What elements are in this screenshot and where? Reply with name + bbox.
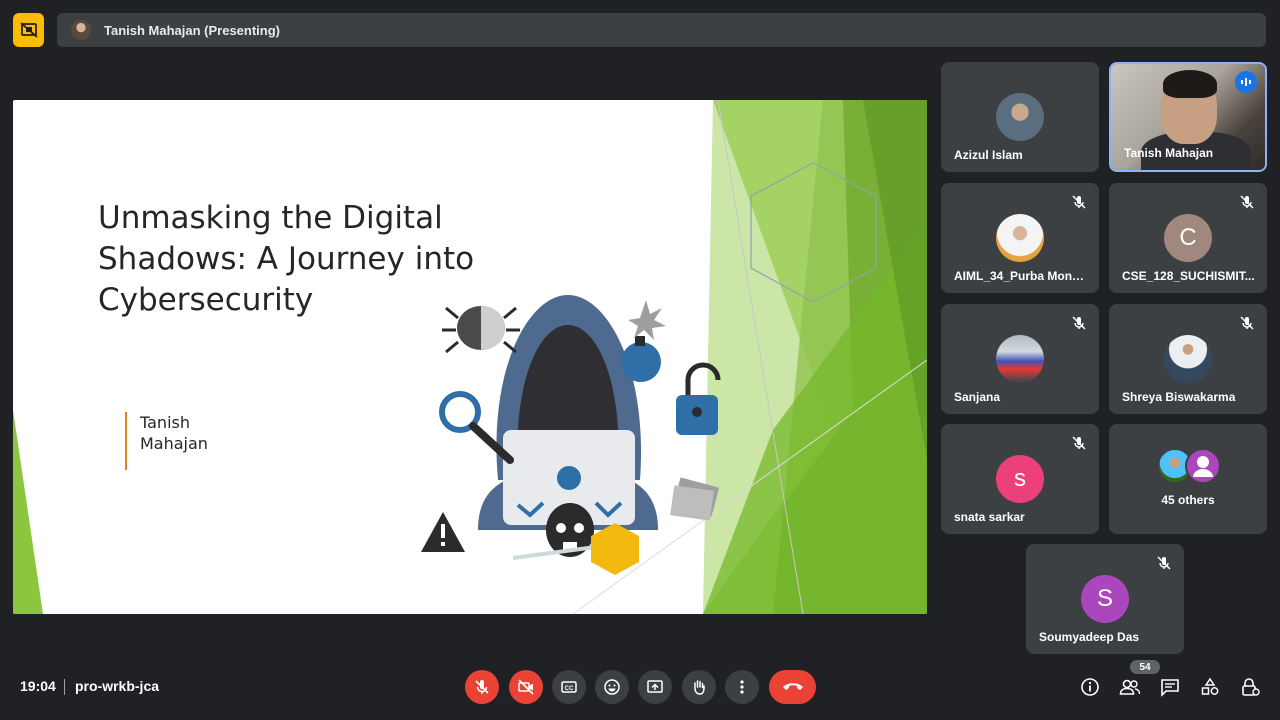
raise-hand-icon	[694, 680, 705, 695]
author-last-name: Mahajan	[140, 434, 208, 453]
participant-name: Sanjana	[954, 390, 1001, 404]
participant-name: Tanish Mahajan	[1124, 146, 1214, 160]
people-button[interactable]	[1117, 674, 1143, 700]
others-tile[interactable]: 45 others	[1109, 424, 1267, 534]
leave-call-icon	[782, 683, 803, 690]
participant-avatar-letter: C	[1164, 214, 1212, 262]
more-options-icon	[740, 680, 744, 694]
camera-toggle-button[interactable]	[509, 670, 543, 704]
captions-icon: CC	[561, 681, 577, 693]
mic-off-icon	[1072, 195, 1086, 209]
participant-name: AIML_34_Purba Mondal	[954, 269, 1089, 283]
mic-toggle-button[interactable]	[465, 670, 499, 704]
participant-tile[interactable]: Sanjana	[941, 304, 1099, 414]
stop-presenting-icon	[19, 22, 38, 38]
slide-author: Tanish Mahajan	[125, 412, 220, 470]
presenter-label: Tanish Mahajan (Presenting)	[104, 22, 281, 38]
host-controls-button[interactable]	[1237, 674, 1263, 700]
participant-avatar	[996, 93, 1044, 141]
mic-off-icon	[1072, 436, 1086, 450]
info-icon	[1081, 678, 1099, 696]
participant-tile[interactable]: Azizul Islam	[941, 62, 1099, 172]
mic-off-icon	[475, 680, 489, 694]
speaking-indicator-icon	[1235, 71, 1257, 93]
host-controls-icon	[1242, 678, 1260, 696]
activities-icon	[1201, 677, 1219, 695]
participant-tile[interactable]: C CSE_128_SUCHISMIT...	[1109, 183, 1267, 293]
meeting-details-button[interactable]	[1077, 674, 1103, 700]
present-now-button[interactable]	[638, 670, 672, 704]
participant-tile[interactable]: Shreya Biswakarma	[1109, 304, 1267, 414]
others-avatars	[1157, 448, 1227, 484]
divider	[64, 679, 65, 695]
mic-off-icon	[1157, 556, 1171, 570]
emoji-icon	[604, 679, 620, 695]
others-person-icon	[1185, 448, 1221, 484]
participant-avatar-letter: s	[996, 455, 1044, 503]
participant-tile-speaking[interactable]: Tanish Mahajan	[1109, 62, 1267, 172]
participant-avatar	[996, 214, 1044, 262]
more-options-button[interactable]	[725, 670, 759, 704]
participant-avatar	[996, 335, 1044, 383]
mic-off-icon	[1240, 195, 1254, 209]
participant-name: snata sarkar	[954, 510, 1025, 524]
participant-name: Soumyadeep Das	[1039, 630, 1140, 644]
people-count-badge: 54	[1130, 660, 1160, 674]
mic-off-icon	[1240, 316, 1254, 330]
raise-hand-button[interactable]	[682, 670, 716, 704]
meeting-code: pro-wrkb-jca	[75, 678, 160, 694]
author-first-name: Tanish	[140, 413, 190, 432]
presenting-bar: Tanish Mahajan (Presenting)	[57, 13, 1266, 47]
present-icon	[647, 680, 663, 693]
meeting-time: 19:04	[20, 678, 56, 694]
chat-icon	[1161, 679, 1179, 697]
leave-call-button[interactable]	[769, 670, 816, 704]
participant-tile[interactable]: S Soumyadeep Das	[1026, 544, 1184, 654]
people-icon	[1119, 679, 1141, 695]
hacker-illustration	[421, 295, 721, 575]
activities-button[interactable]	[1197, 674, 1223, 700]
participant-tile[interactable]: AIML_34_Purba Mondal	[941, 183, 1099, 293]
others-label: 45 others	[1161, 493, 1215, 507]
emoji-reaction-button[interactable]	[595, 670, 629, 704]
chat-button[interactable]	[1157, 674, 1183, 700]
video-figure-hair	[1163, 70, 1217, 98]
svg-text:CC: CC	[565, 686, 574, 692]
participant-tile[interactable]: s snata sarkar	[941, 424, 1099, 534]
mic-off-icon	[1072, 316, 1086, 330]
participant-name: Azizul Islam	[954, 148, 1023, 162]
stop-presenting-button[interactable]	[13, 13, 44, 47]
presentation-slide: Unmasking the Digital Shadows: A Journey…	[13, 100, 927, 614]
participant-name: Shreya Biswakarma	[1122, 390, 1236, 404]
presenter-avatar	[71, 20, 91, 40]
participant-avatar-letter: S	[1081, 575, 1129, 623]
camera-off-icon	[518, 679, 534, 695]
captions-button[interactable]: CC	[552, 670, 586, 704]
participant-name: CSE_128_SUCHISMIT...	[1122, 269, 1255, 283]
participant-avatar	[1164, 335, 1212, 383]
